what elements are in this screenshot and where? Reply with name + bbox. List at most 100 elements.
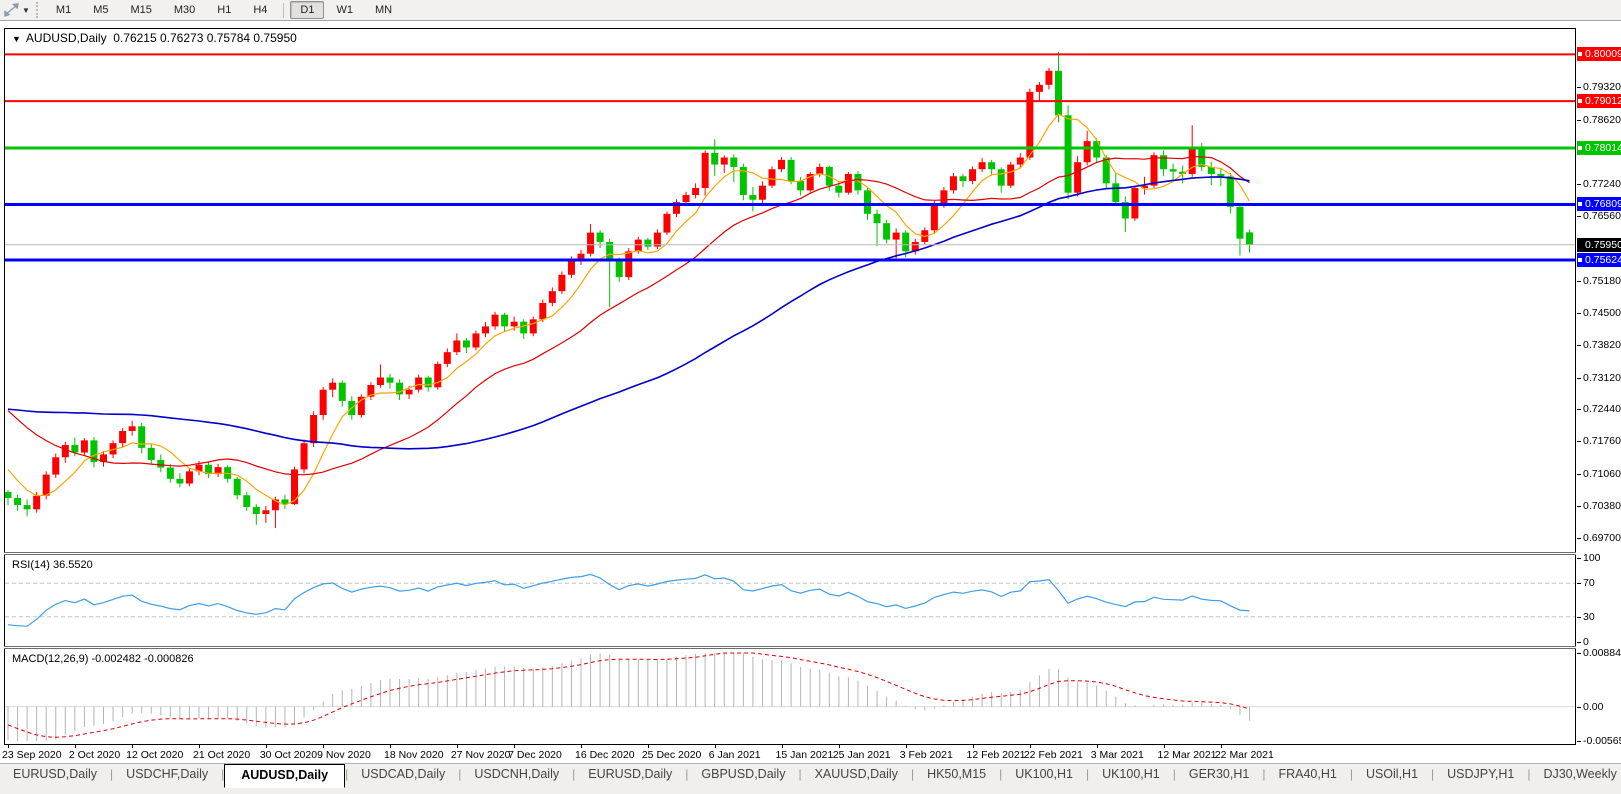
rsi-tick-mark xyxy=(1577,583,1581,584)
chart-tab-xauusd-daily[interactable]: XAUUSD,Daily xyxy=(802,764,911,785)
price-tick-mark xyxy=(1577,409,1581,410)
rsi-tick-label: 70 xyxy=(1583,577,1595,589)
price-tick-mark xyxy=(1577,474,1581,475)
chart-tab-gbpusd-daily[interactable]: GBPUSD,Daily xyxy=(688,764,798,785)
date-tick-label: 15 Jan 2021 xyxy=(775,749,834,761)
date-tick-mark xyxy=(1163,745,1165,748)
date-tick-label: 12 Oct 2020 xyxy=(126,749,184,761)
chart-tab-uk100-h1[interactable]: UK100,H1 xyxy=(1089,764,1173,785)
rsi-pane-canvas[interactable] xyxy=(5,556,1575,646)
timeframe-button-w1[interactable]: W1 xyxy=(326,1,363,19)
rsi-tick-mark xyxy=(1577,617,1581,618)
price-tick-label: 0.69700 xyxy=(1583,532,1621,544)
macd-tick-mark xyxy=(1577,741,1581,742)
timeframe-button-m15[interactable]: M15 xyxy=(120,1,161,19)
date-tick-mark xyxy=(8,745,9,748)
date-tick-label: 30 Oct 2020 xyxy=(259,749,318,761)
level-price-tag: 0.75624 xyxy=(1577,253,1621,267)
chart-tab-eurusd-daily[interactable]: EURUSD,Daily xyxy=(0,764,110,785)
date-tick-mark xyxy=(132,745,134,748)
date-tick-mark xyxy=(905,745,907,748)
price-tick-mark xyxy=(1577,538,1581,539)
macd-tick-mark xyxy=(1577,707,1581,708)
chart-tab-usdcad-daily[interactable]: USDCAD,Daily xyxy=(348,764,458,785)
timeframe-button-h4[interactable]: H4 xyxy=(243,1,277,19)
date-tick-label: 23 Sep 2020 xyxy=(2,749,62,761)
timeframe-button-mn[interactable]: MN xyxy=(365,1,402,19)
level-price-tag: 0.80009 xyxy=(1577,47,1621,61)
macd-tick-mark xyxy=(1577,653,1581,654)
price-tick-mark xyxy=(1577,313,1581,314)
current-price-tag: 0.75950 xyxy=(1577,238,1621,252)
date-tick-label: 25 Dec 2020 xyxy=(641,749,702,761)
chart-tab-usdjpy-h1[interactable]: USDJPY,H1 xyxy=(1434,764,1527,785)
price-tick-mark xyxy=(1577,87,1581,88)
cursor-tool-button[interactable]: ▼ xyxy=(0,0,34,20)
date-tick-mark xyxy=(74,745,76,748)
chart-tab-usdcnh-daily[interactable]: USDCNH,Daily xyxy=(461,764,572,785)
date-tick-label: 6 Jan 2021 xyxy=(708,749,761,761)
price-tick-label: 0.70380 xyxy=(1583,500,1621,512)
collapse-triangle-icon[interactable]: ▼ xyxy=(12,34,21,44)
price-tick-label: 0.75180 xyxy=(1583,275,1621,287)
rsi-tick-label: 100 xyxy=(1583,552,1601,564)
date-tick-mark xyxy=(838,745,840,748)
top-toolbar: ▼ M1 M5 M15 M30 H1 H4 D1 W1 MN xyxy=(0,0,1621,21)
symbol-period-label: AUDUSD,Daily xyxy=(25,31,107,45)
price-tick-label: 0.78620 xyxy=(1583,114,1621,126)
price-tick-mark xyxy=(1577,345,1581,346)
chart-tab-audusd-daily[interactable]: AUDUSD,Daily xyxy=(224,764,346,788)
chart-tab-usdchf-daily[interactable]: USDCHF,Daily xyxy=(113,764,221,785)
date-tick-mark xyxy=(647,745,649,748)
chart-tab-uk100-h1[interactable]: UK100,H1 xyxy=(1002,764,1086,785)
price-tick-label: 0.74500 xyxy=(1583,307,1621,319)
date-tick-label: 9 Nov 2020 xyxy=(317,749,371,761)
date-tick-mark xyxy=(972,745,974,748)
chart-tab-hk50-m15[interactable]: HK50,M15 xyxy=(914,764,999,785)
date-tick-label: 21 Oct 2020 xyxy=(193,749,251,761)
chart-title: ▼ AUDUSD,Daily 0.76215 0.76273 0.75784 0.… xyxy=(12,31,297,45)
chart-tab-fra40-h1[interactable]: FRA40,H1 xyxy=(1265,764,1349,785)
timeframe-button-m30[interactable]: M30 xyxy=(164,1,205,19)
pane-divider[interactable] xyxy=(4,646,1576,649)
pane-divider[interactable] xyxy=(4,552,1576,555)
date-tick-mark xyxy=(514,745,516,748)
rsi-label: RSI(14) 36.5520 xyxy=(12,559,93,571)
timeframe-button-group: M1 M5 M15 M30 H1 H4 D1 W1 MN xyxy=(45,1,403,19)
price-tick-label: 0.71760 xyxy=(1583,435,1621,447)
price-tick-mark xyxy=(1577,216,1581,217)
macd-tick-label: 0.00884 xyxy=(1583,647,1621,659)
level-price-tag: 0.78014 xyxy=(1577,141,1621,155)
date-tick-mark xyxy=(1029,745,1031,748)
timeframe-button-d1[interactable]: D1 xyxy=(290,1,325,19)
date-tick-mark xyxy=(1220,745,1222,748)
tag-notch xyxy=(1578,146,1582,150)
date-tick-label: 3 Feb 2021 xyxy=(899,749,953,761)
price-tick-mark xyxy=(1577,378,1581,379)
macd-pane-canvas[interactable] xyxy=(5,650,1575,744)
chart-tab-ger30-h1[interactable]: GER30,H1 xyxy=(1176,764,1262,785)
toolbar-grip xyxy=(35,2,41,18)
date-tick-label: 12 Mar 2021 xyxy=(1157,749,1217,761)
timeframe-button-m1[interactable]: M1 xyxy=(46,1,81,19)
chart-tab-dj30-weekly[interactable]: DJ30,Weekly xyxy=(1530,764,1621,785)
date-axis[interactable]: 23 Sep 2020 2 Oct 2020 12 Oct 2020 21 Oct 2… xyxy=(0,745,1621,763)
timeframe-button-m5[interactable]: M5 xyxy=(83,1,118,19)
macd-tick-label: 0.00 xyxy=(1583,701,1604,713)
price-tick-mark xyxy=(1577,506,1581,507)
date-tick-mark xyxy=(390,745,391,748)
date-tick-mark xyxy=(581,745,582,748)
tag-notch xyxy=(1578,258,1582,262)
price-tick-label: 0.76560 xyxy=(1583,210,1621,222)
date-tick-label: 2 Oct 2020 xyxy=(68,749,121,761)
date-tick-label: 16 Dec 2020 xyxy=(575,749,635,761)
date-tick-mark xyxy=(714,745,716,748)
tag-notch xyxy=(1578,202,1582,206)
chart-window: ▼ AUDUSD,Daily 0.76215 0.76273 0.75784 0.… xyxy=(0,22,1621,763)
main-chart-canvas[interactable] xyxy=(5,29,1575,552)
chart-tab-eurusd-daily[interactable]: EURUSD,Daily xyxy=(575,764,685,785)
date-tick-mark xyxy=(456,745,458,748)
chart-tab-usoil-h1[interactable]: USOil,H1 xyxy=(1353,764,1431,785)
price-axis[interactable]: 0.793200.786200.779400.772400.765600.758… xyxy=(1577,28,1621,747)
timeframe-button-h1[interactable]: H1 xyxy=(207,1,241,19)
